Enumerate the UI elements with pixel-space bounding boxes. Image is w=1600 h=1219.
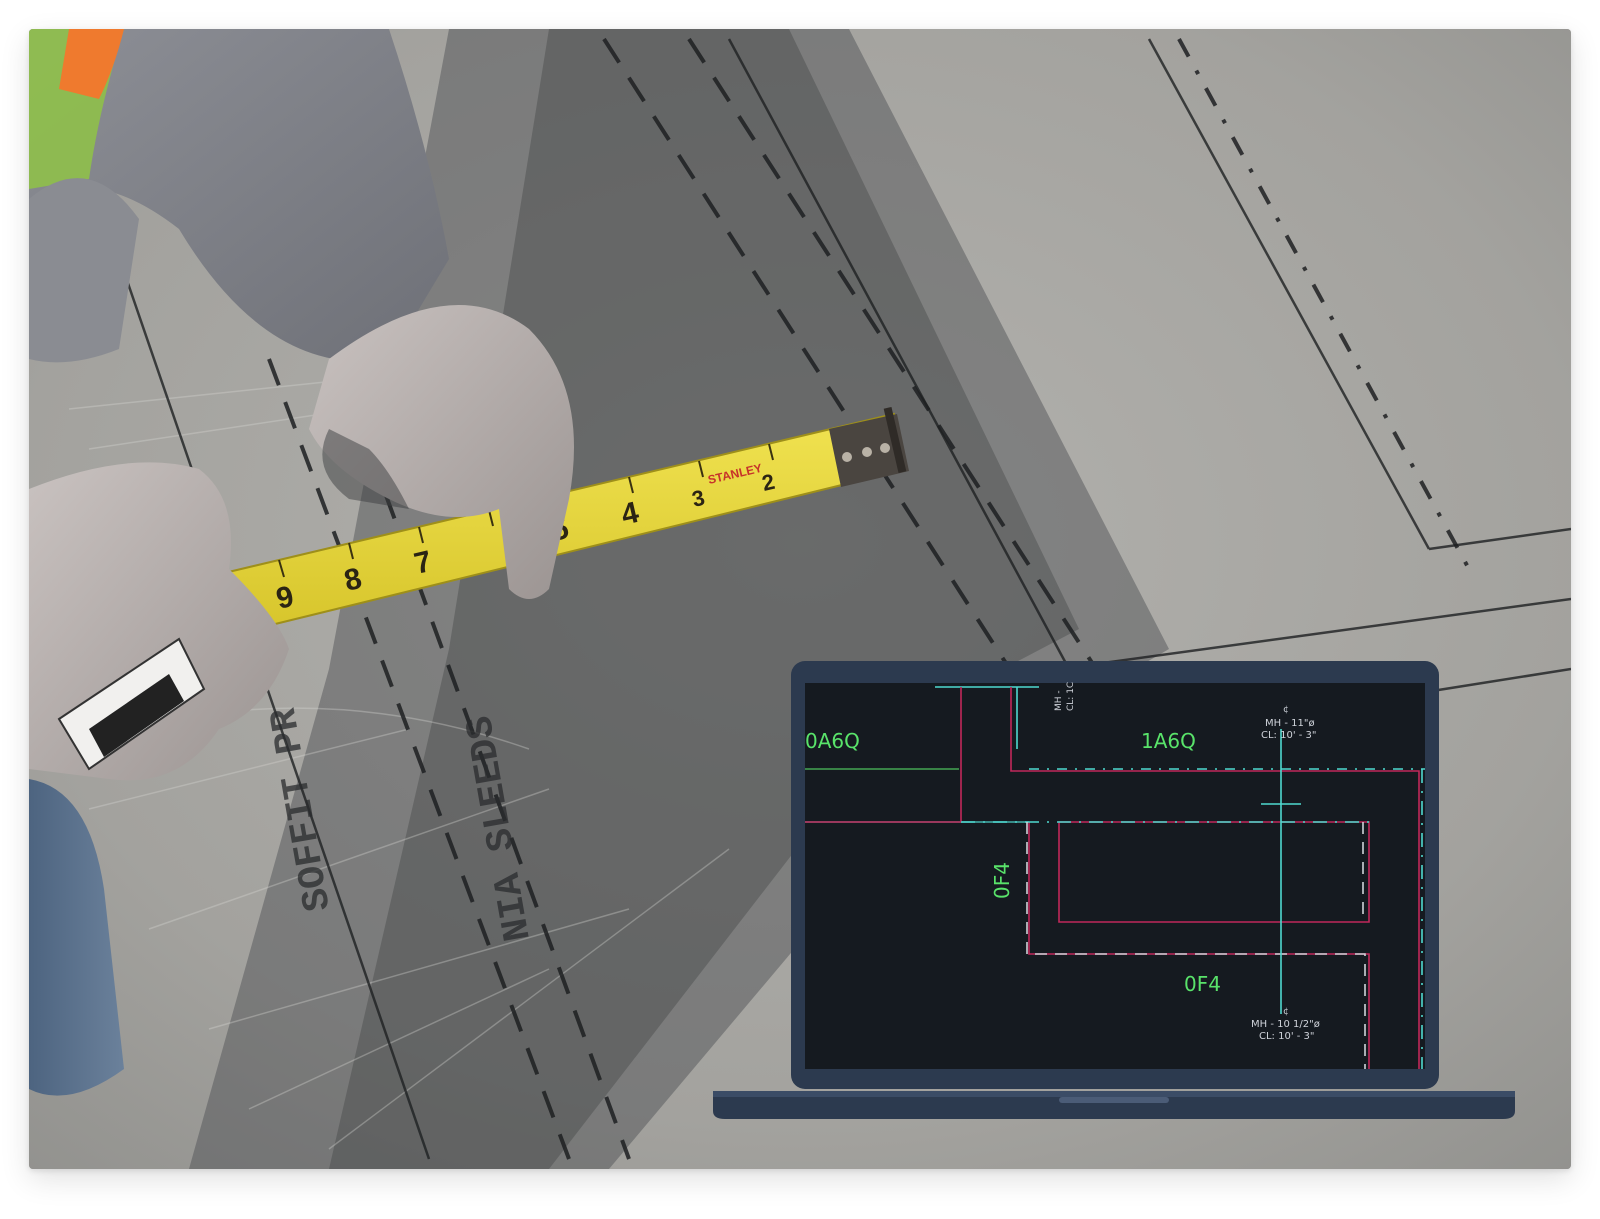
cad-note-top-symbol: ¢ bbox=[1283, 705, 1289, 715]
cad-note-edge-line1: MH - bbox=[1054, 690, 1064, 711]
cad-label-0a6q: 0A6Q bbox=[805, 729, 860, 753]
cad-note-top-line2: CL: 10' - 3" bbox=[1261, 730, 1317, 741]
cad-label-0f4: 0F4 bbox=[1184, 972, 1221, 996]
laptop-icon: 0A6Q 1A6Q 0F4 0F4 ¢ MH - 11"ø CL: 10' - … bbox=[713, 661, 1515, 1119]
photo-card: SOFFIT PR NIA SLEEDS 9 8 7 4 3 2 STANLEY… bbox=[29, 29, 1571, 1169]
cad-note-bottom-line1: MH - 10 1/2"ø bbox=[1251, 1019, 1320, 1030]
cad-screen bbox=[805, 683, 1425, 1069]
cad-note-edge-line2: CL: 1C bbox=[1066, 682, 1076, 711]
jobsite-photo: SOFFIT PR NIA SLEEDS 9 8 7 4 3 2 STANLEY… bbox=[29, 29, 1571, 1169]
cad-note-bottom-symbol: ¢ bbox=[1283, 1007, 1289, 1017]
cad-label-0f4-vertical: 0F4 bbox=[990, 862, 1014, 899]
cad-note-bottom-line2: CL: 10' - 3" bbox=[1259, 1031, 1315, 1042]
cad-label-1a6q: 1A6Q bbox=[1141, 729, 1196, 753]
cad-note-top-line1: MH - 11"ø bbox=[1265, 718, 1315, 729]
